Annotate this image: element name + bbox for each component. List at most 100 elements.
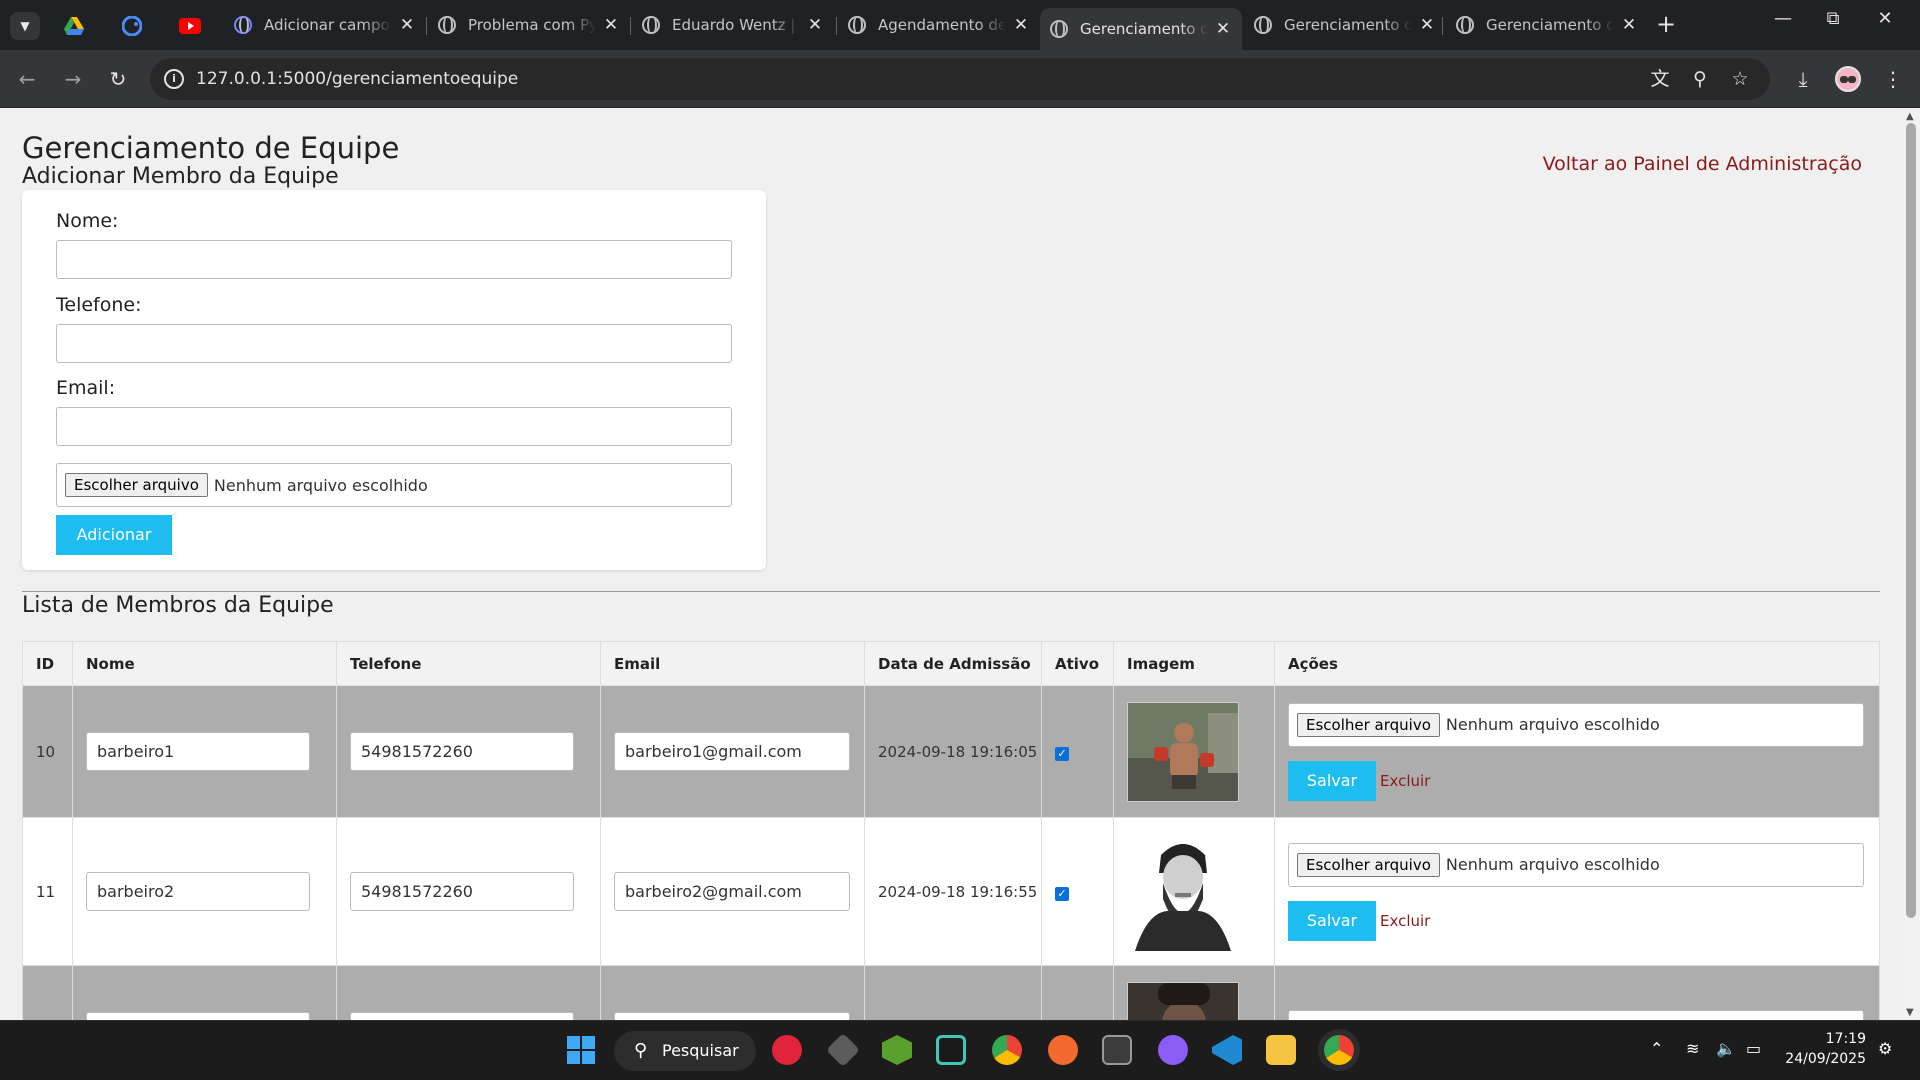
nodejs-icon[interactable] xyxy=(882,1035,912,1065)
close-tab-icon[interactable]: ✕ xyxy=(1418,15,1436,35)
row-phone-input[interactable]: 54981572260 xyxy=(350,732,574,771)
row-active-checkbox[interactable]: ✓ xyxy=(1055,886,1069,901)
member-photo xyxy=(1127,981,1239,1020)
reload-button[interactable]: ↻ xyxy=(103,64,133,94)
tab-gerenciamento-3[interactable]: Gerenciamento d ✕ xyxy=(1446,8,1648,42)
taskbar-search-label: Pesquisar xyxy=(662,1041,739,1060)
table-row: 11 barbeiro2 54981572260 barbeiro2@gmail… xyxy=(22,817,1880,966)
close-tab-icon[interactable]: ✕ xyxy=(1214,19,1232,39)
choose-file-button[interactable]: Escolher arquivo xyxy=(1297,852,1440,877)
volume-icon[interactable]: 🔈 xyxy=(1716,1039,1736,1058)
postman-icon[interactable] xyxy=(1048,1035,1078,1065)
add-member-button[interactable]: Adicionar xyxy=(56,515,172,555)
pinned-tab-youtube[interactable] xyxy=(176,12,204,40)
tab-problema-com-py[interactable]: Problema com Py ✕ xyxy=(428,8,630,42)
choose-file-button[interactable]: Escolher arquivo xyxy=(65,473,208,497)
row-actions: Escolher arquivo Nenhum arquivo escolhid… xyxy=(1288,842,1879,941)
translate-icon[interactable]: 文 xyxy=(1646,58,1674,100)
close-tab-icon[interactable]: ✕ xyxy=(1012,15,1030,35)
tab-gerenciamento-active[interactable]: Gerenciamento d ✕ xyxy=(1040,8,1242,50)
forward-button[interactable]: → xyxy=(58,64,88,94)
close-tab-icon[interactable]: ✕ xyxy=(1620,15,1638,35)
row-name-input[interactable]: barbeiro1 xyxy=(86,732,310,771)
email-input[interactable] xyxy=(56,407,732,446)
chrome-profile-icon[interactable] xyxy=(1324,1035,1354,1065)
chrome-icon[interactable] xyxy=(992,1035,1022,1065)
member-photo xyxy=(1127,701,1239,802)
row-id: 11 xyxy=(22,817,73,966)
menu-kebab-icon[interactable]: ⋮ xyxy=(1878,64,1908,94)
header-telefone: Telefone xyxy=(336,641,601,686)
globe-icon xyxy=(1050,20,1068,38)
delete-link[interactable]: Excluir xyxy=(1380,912,1430,930)
save-button[interactable]: Salvar xyxy=(1288,900,1376,941)
table-row-partial: ✓ Escolher arquivo Nenhum arquivo escolh… xyxy=(22,965,1880,1020)
wifi-icon[interactable]: ≋ xyxy=(1686,1039,1699,1058)
save-button[interactable]: Salvar xyxy=(1288,760,1376,801)
header-nome: Nome xyxy=(72,641,337,686)
globe-icon xyxy=(642,16,660,34)
minimize-button[interactable]: — xyxy=(1760,8,1806,29)
row-email-input[interactable]: barbeiro1@gmail.com xyxy=(614,732,850,771)
github-desktop-icon[interactable] xyxy=(1158,1035,1188,1065)
bookmark-star-icon[interactable]: ☆ xyxy=(1726,58,1754,100)
site-info-icon[interactable]: i xyxy=(164,69,184,89)
row-name-input[interactable] xyxy=(86,1012,310,1020)
back-button[interactable]: ← xyxy=(12,64,42,94)
close-tab-icon[interactable]: ✕ xyxy=(398,15,416,35)
delete-link[interactable]: Excluir xyxy=(1380,772,1430,790)
tab-title: Gerenciamento d xyxy=(1080,20,1208,38)
pinned-tab-grammarly[interactable] xyxy=(118,12,146,40)
download-icon[interactable]: ⤓ xyxy=(1788,64,1818,94)
git-icon[interactable] xyxy=(826,1033,860,1067)
row-email-input[interactable]: barbeiro2@gmail.com xyxy=(614,872,850,911)
pinned-tab-google-drive[interactable] xyxy=(60,12,88,40)
terminal-icon[interactable] xyxy=(1102,1035,1132,1065)
close-tab-icon[interactable]: ✕ xyxy=(806,15,824,35)
add-member-heading: Adicionar Membro da Equipe xyxy=(22,164,339,189)
row-email-input[interactable] xyxy=(614,1012,850,1020)
tab-adicionar-campo[interactable]: Adicionar campo ✕ xyxy=(224,8,426,42)
close-tab-icon[interactable]: ✕ xyxy=(602,15,620,35)
address-bar[interactable]: i 127.0.0.1:5000/gerenciamentoequipe xyxy=(150,58,1770,100)
tab-agendamento[interactable]: Agendamento de ✕ xyxy=(838,8,1040,42)
members-table: ID Nome Telefone Email Data de Admissão … xyxy=(22,641,1880,1020)
page-scrollbar[interactable]: ▲ ▼ xyxy=(1902,109,1920,1020)
header-acoes: Ações xyxy=(1274,641,1880,686)
scroll-up-arrow-icon[interactable]: ▲ xyxy=(1906,111,1914,122)
battery-icon[interactable]: ▭ xyxy=(1746,1039,1761,1058)
zoom-icon[interactable]: ⚲ xyxy=(1686,58,1714,100)
youtube-music-icon[interactable] xyxy=(772,1035,802,1065)
windows-taskbar: ⚲ Pesquisar ⌃ ≋ 🔈 ▭ 17:19 24/09/2025 ⚙ xyxy=(0,1020,1920,1080)
header-data-admissao: Data de Admissão xyxy=(864,641,1042,686)
row-admission-date: 2024-09-18 19:16:05 xyxy=(864,685,1042,818)
notification-settings-icon[interactable]: ⚙ xyxy=(1878,1039,1892,1058)
windows-start-icon[interactable] xyxy=(566,1035,596,1065)
scrollbar-thumb[interactable] xyxy=(1906,123,1916,918)
restore-button[interactable]: ⧉ xyxy=(1810,8,1856,29)
tab-eduardo-wentz[interactable]: Eduardo Wentz | ✕ xyxy=(632,8,834,42)
tab-title: Problema com Py xyxy=(468,16,596,34)
row-name-input[interactable]: barbeiro2 xyxy=(86,872,310,911)
tab-gerenciamento-2[interactable]: Gerenciamento d ✕ xyxy=(1244,8,1446,42)
new-tab-button[interactable]: + xyxy=(1652,10,1680,38)
file-explorer-icon[interactable] xyxy=(1266,1035,1296,1065)
visualg-icon[interactable] xyxy=(936,1035,966,1065)
tab-search-dropdown[interactable]: ▼ xyxy=(10,12,40,40)
choose-file-button[interactable]: Escolher arquivo xyxy=(1297,712,1440,737)
row-phone-input[interactable]: 54981572260 xyxy=(350,872,574,911)
row-phone-input[interactable] xyxy=(350,1012,574,1020)
scroll-down-arrow-icon[interactable]: ▼ xyxy=(1906,1007,1914,1018)
row-active-checkbox[interactable]: ✓ xyxy=(1055,746,1069,761)
phone-input[interactable] xyxy=(56,324,732,363)
name-input[interactable] xyxy=(56,240,732,279)
globe-icon xyxy=(1254,16,1272,34)
close-window-button[interactable]: ✕ xyxy=(1862,8,1908,29)
show-hidden-icons-chevron-icon[interactable]: ⌃ xyxy=(1650,1039,1663,1058)
back-to-admin-link[interactable]: Voltar ao Painel de Administração xyxy=(1543,153,1862,175)
taskbar-search[interactable]: ⚲ Pesquisar xyxy=(614,1031,756,1071)
system-clock[interactable]: 17:19 24/09/2025 xyxy=(1780,1029,1866,1069)
vscode-icon[interactable] xyxy=(1212,1035,1242,1065)
row-id: 10 xyxy=(22,685,73,818)
profile-avatar[interactable] xyxy=(1835,66,1861,92)
